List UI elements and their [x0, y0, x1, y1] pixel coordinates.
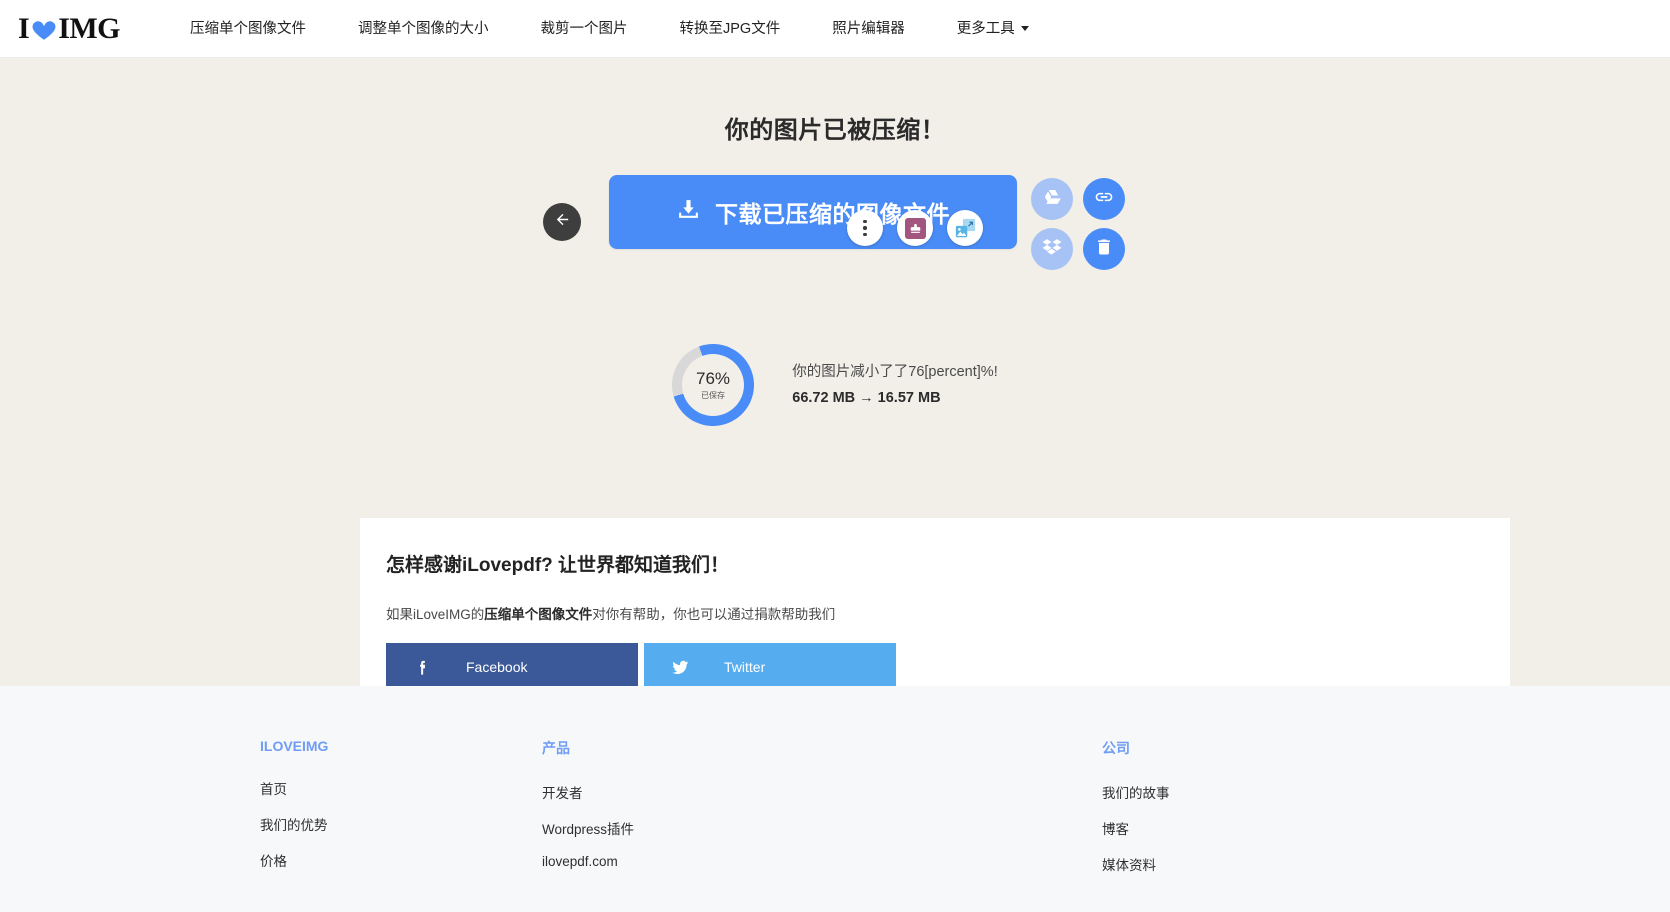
footer-heading: 产品 [542, 738, 1102, 758]
footer-column-iloveimg: ILOVEIMG 首页 我们的优势 价格 [260, 738, 542, 890]
stamp-icon [905, 218, 926, 239]
footer-link-ilovepdf[interactable]: ilovepdf.com [542, 854, 1102, 869]
footer-link-blog[interactable]: 博客 [1102, 818, 1410, 838]
nav-label: 调整单个图像的大小 [358, 21, 489, 37]
share-button-label: Facebook [466, 659, 527, 675]
site-header: I IMG 压缩单个图像文件 调整单个图像的大小 裁剪一个图片 转换至JPG文件… [0, 0, 1670, 58]
footer-link-pricing[interactable]: 价格 [260, 850, 542, 870]
savings-percent-label: 已保存 [701, 390, 725, 401]
logo-text-left: I [18, 12, 29, 46]
footer-link-home[interactable]: 首页 [260, 778, 542, 798]
image-expand-icon [955, 218, 976, 239]
footer-columns: ILOVEIMG 首页 我们的优势 价格 产品 开发者 Wordpress插件 … [260, 738, 1410, 890]
reduction-text: 你的图片减小了了76[percent]%! [792, 361, 997, 383]
footer-heading: 公司 [1102, 738, 1410, 758]
nav-crop-image[interactable]: 裁剪一个图片 [515, 0, 654, 58]
stats-text: 你的图片减小了了76[percent]%! 66.72 MB → 16.57 M… [792, 361, 997, 409]
share-twitter-button[interactable]: Twitter [644, 643, 896, 691]
nav-resize-image[interactable]: 调整单个图像的大小 [332, 0, 515, 58]
site-footer: ILOVEIMG 首页 我们的优势 价格 产品 开发者 Wordpress插件 … [0, 686, 1670, 912]
thanks-title: 怎样感谢iLovepdf? 让世界都知道我们！ [384, 550, 1486, 577]
nav-photo-editor[interactable]: 照片编辑器 [806, 0, 931, 58]
facebook-icon [412, 658, 432, 677]
nav-label: 更多工具 [957, 21, 1015, 37]
footer-link-our-story[interactable]: 我们的故事 [1102, 782, 1410, 802]
logo[interactable]: I IMG [18, 12, 120, 46]
logo-text-right: IMG [58, 12, 120, 46]
google-drive-icon [1042, 187, 1062, 212]
footer-column-company: 公司 我们的故事 博客 媒体资料 [1102, 738, 1410, 890]
page-root: I IMG 压缩单个图像文件 调整单个图像的大小 裁剪一个图片 转换至JPG文件… [0, 0, 1670, 912]
browser-mini-actions [0, 210, 1670, 246]
nav-more-tools[interactable]: 更多工具 [931, 0, 1055, 58]
thanks-subtitle-tool: 压缩单个图像文件 [484, 607, 592, 622]
thanks-subtitle-suffix: 对你有帮助，你也可以通过捐款帮助我们 [592, 607, 835, 622]
nav-label: 压缩单个图像文件 [190, 21, 306, 37]
heart-icon [31, 17, 57, 43]
chevron-down-icon [1021, 26, 1029, 31]
thanks-subtitle: 如果iLoveIMG的压缩单个图像文件对你有帮助，你也可以通过捐款帮助我们 [384, 603, 1486, 623]
link-icon [1094, 187, 1114, 212]
donut-center: 76% 已保存 [682, 354, 744, 416]
nav-label: 转换至JPG文件 [680, 21, 781, 37]
nav-convert-to-jpg[interactable]: 转换至JPG文件 [654, 0, 807, 58]
nav-label: 照片编辑器 [832, 21, 905, 37]
nav-compress-image[interactable]: 压缩单个图像文件 [164, 0, 332, 58]
footer-link-wordpress-plugin[interactable]: Wordpress插件 [542, 818, 1102, 838]
footer-link-press[interactable]: 媒体资料 [1102, 854, 1410, 874]
savings-donut-chart: 76% 已保存 [661, 332, 766, 437]
footer-link-developers[interactable]: 开发者 [542, 782, 1102, 802]
more-options-button[interactable] [847, 210, 883, 246]
page-title: 你的图片已被压缩！ [0, 110, 1670, 145]
share-facebook-button[interactable]: Facebook [386, 643, 638, 691]
main-content: 你的图片已被压缩！ 下载已压缩的图像文件 [0, 58, 1670, 718]
footer-column-products: 产品 开发者 Wordpress插件 ilovepdf.com [542, 738, 1102, 890]
extension-button[interactable] [897, 210, 933, 246]
size-comparison-text: 66.72 MB → 16.57 MB [792, 387, 997, 409]
twitter-icon [670, 658, 690, 677]
nav-label: 裁剪一个图片 [541, 21, 628, 37]
thanks-subtitle-prefix: 如果iLoveIMG的 [386, 607, 484, 622]
footer-heading: ILOVEIMG [260, 738, 542, 754]
savings-percent: 76% [696, 370, 730, 387]
share-button-label: Twitter [724, 659, 765, 675]
three-dots-vertical-icon [863, 220, 866, 236]
image-resize-extension-button[interactable] [947, 210, 983, 246]
footer-link-features[interactable]: 我们的优势 [260, 814, 542, 834]
main-nav: 压缩单个图像文件 调整单个图像的大小 裁剪一个图片 转换至JPG文件 照片编辑器… [164, 0, 1055, 58]
compression-stats: 76% 已保存 你的图片减小了了76[percent]%! 66.72 MB →… [0, 344, 1670, 426]
